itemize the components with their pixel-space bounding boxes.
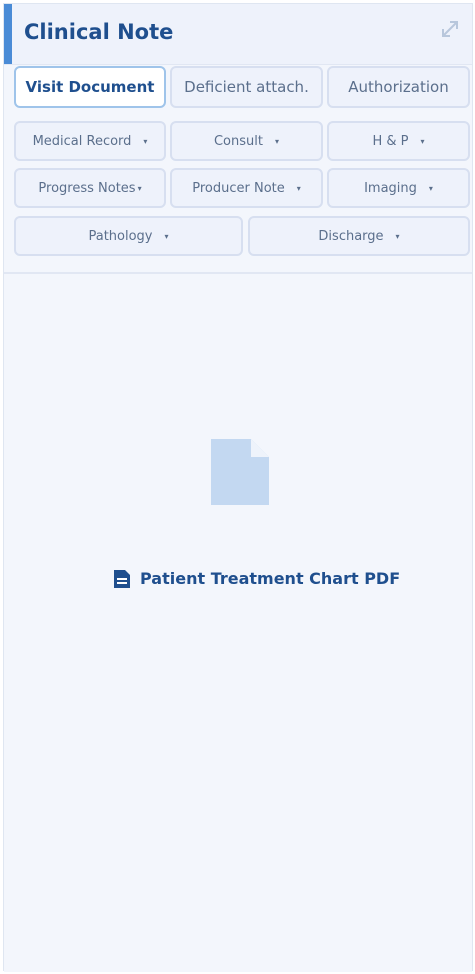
header-accent-bar bbox=[4, 4, 12, 64]
panel-header: Clinical Note bbox=[4, 4, 472, 65]
dropdown-label: Pathology bbox=[88, 228, 153, 244]
dropdown-consult[interactable]: Consult ▾ bbox=[170, 121, 323, 161]
chevron-down-icon: ▾ bbox=[296, 183, 301, 193]
chevron-down-icon: ▾ bbox=[395, 231, 400, 241]
dropdown-producer-note[interactable]: Producer Note ▾ bbox=[170, 168, 323, 208]
dropdown-progress-notes[interactable]: Progress Notes ▾ bbox=[14, 168, 166, 208]
file-icon bbox=[114, 569, 130, 588]
chevron-down-icon: ▾ bbox=[274, 136, 279, 146]
dropdown-label: Discharge bbox=[318, 228, 384, 244]
dropdown-pathology[interactable]: Pathology ▾ bbox=[14, 216, 243, 256]
chevron-down-icon: ▾ bbox=[143, 136, 148, 146]
page-title: Clinical Note bbox=[24, 20, 174, 44]
tab-label: Authorization bbox=[348, 78, 449, 96]
dropdown-label: Medical Record bbox=[32, 133, 132, 149]
dropdown-h-and-p[interactable]: H & P ▾ bbox=[327, 121, 470, 161]
chevron-down-icon: ▾ bbox=[428, 183, 433, 193]
dropdown-label: Producer Note bbox=[192, 180, 285, 196]
dropdown-label: Progress Notes bbox=[38, 180, 136, 196]
dropdown-medical-record[interactable]: Medical Record ▾ bbox=[14, 121, 166, 161]
dropdown-label: Consult bbox=[213, 133, 263, 149]
tab-label: Deficient attach. bbox=[184, 78, 309, 96]
link-label: Patient Treatment Chart PDF bbox=[140, 569, 401, 588]
tab-visit-document[interactable]: Visit Document bbox=[14, 66, 166, 108]
patient-treatment-chart-link[interactable]: Patient Treatment Chart PDF bbox=[114, 569, 400, 588]
dropdown-discharge[interactable]: Discharge ▾ bbox=[248, 216, 470, 256]
expand-arrow-icon bbox=[442, 21, 458, 37]
tab-deficient-attach[interactable]: Deficient attach. bbox=[170, 66, 323, 108]
tab-authorization[interactable]: Authorization bbox=[327, 66, 470, 108]
document-viewer: Patient Treatment Chart PDF bbox=[4, 272, 472, 972]
dropdown-imaging[interactable]: Imaging ▾ bbox=[327, 168, 470, 208]
chevron-down-icon: ▾ bbox=[137, 183, 142, 193]
document-icon bbox=[211, 439, 269, 505]
chevron-down-icon: ▾ bbox=[420, 136, 425, 146]
tab-label: Visit Document bbox=[25, 78, 155, 96]
dropdown-label: H & P bbox=[372, 133, 409, 149]
expand-icon[interactable] bbox=[438, 18, 462, 42]
clinical-note-panel: Clinical Note Visit Document Deficient a… bbox=[3, 3, 473, 972]
chevron-down-icon: ▾ bbox=[164, 231, 169, 241]
dropdown-label: Imaging bbox=[364, 180, 417, 196]
